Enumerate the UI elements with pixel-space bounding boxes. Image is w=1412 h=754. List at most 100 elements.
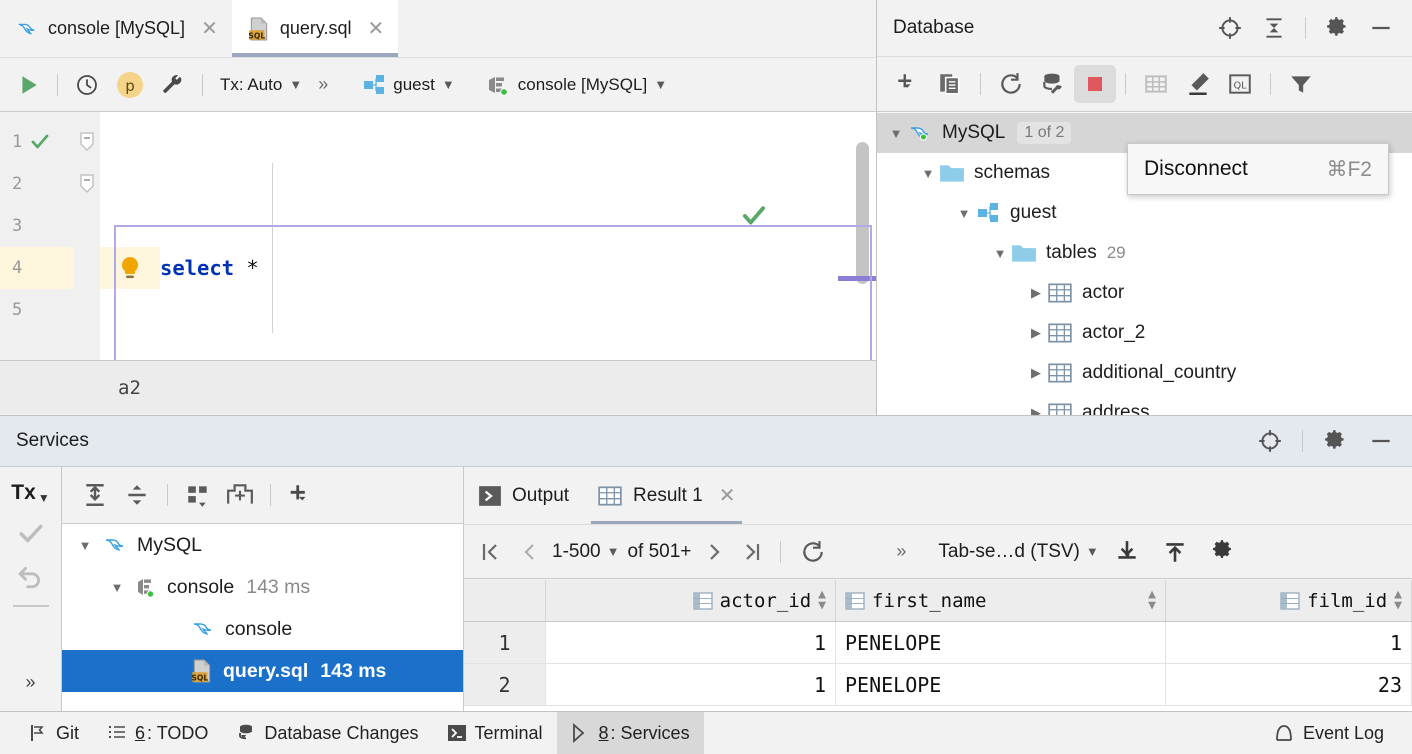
- locate-icon[interactable]: [1217, 15, 1243, 41]
- chevron-down-icon[interactable]: ▼: [989, 246, 1011, 261]
- services-node-console[interactable]: console: [62, 608, 463, 650]
- status-item-services[interactable]: 8: Services: [557, 712, 704, 754]
- page-range-dropdown[interactable]: 1-500 ▼: [548, 541, 623, 563]
- toolbar-overflow-button[interactable]: »: [310, 66, 336, 104]
- gear-icon[interactable]: [1324, 15, 1350, 41]
- expand-sidebar-button[interactable]: »: [25, 672, 35, 693]
- import-icon[interactable]: [1151, 534, 1199, 570]
- chevron-down-icon[interactable]: ▼: [953, 206, 975, 221]
- result-toolbar-overflow[interactable]: »: [882, 534, 920, 570]
- table-editor-icon[interactable]: [1135, 65, 1177, 103]
- gear-icon[interactable]: [1322, 428, 1348, 454]
- chevron-down-icon[interactable]: ▼: [74, 538, 96, 553]
- tx-dropdown[interactable]: Tx ▼: [11, 481, 49, 505]
- db-tree-node-address[interactable]: ▶ address: [877, 393, 1412, 415]
- prev-page-icon[interactable]: [510, 534, 548, 570]
- add-icon[interactable]: [280, 476, 322, 514]
- chevron-down-icon[interactable]: ▼: [917, 166, 939, 181]
- export-format-dropdown[interactable]: Tab-se…d (TSV) ▼: [934, 541, 1102, 563]
- run-button[interactable]: [10, 66, 48, 104]
- chevron-down-icon[interactable]: ▼: [885, 126, 907, 141]
- modify-icon[interactable]: [1177, 65, 1219, 103]
- tab-console-mysql[interactable]: console [MySQL] ✕: [0, 0, 232, 57]
- tab-output[interactable]: Output: [464, 467, 583, 524]
- last-page-icon[interactable]: [733, 534, 771, 570]
- query-console-icon[interactable]: QL: [1219, 65, 1261, 103]
- code-folding-column[interactable]: [74, 112, 100, 360]
- collapse-all-icon[interactable]: [116, 476, 158, 514]
- close-icon[interactable]: ✕: [368, 19, 385, 39]
- duplicate-icon[interactable]: [929, 65, 971, 103]
- code-editor[interactable]: 1 2 3 4 5: [0, 112, 876, 360]
- status-item-database-changes[interactable]: Database Changes: [222, 712, 432, 754]
- tab-result-1[interactable]: Result 1 ✕: [583, 467, 749, 524]
- chevron-right-icon[interactable]: ▶: [1025, 365, 1047, 381]
- cell-actor-id[interactable]: 1: [546, 622, 836, 663]
- rollback-icon[interactable]: [16, 563, 46, 589]
- cell-first-name[interactable]: PENELOPE: [836, 664, 1166, 705]
- db-tree-node-actor[interactable]: ▶ actor: [877, 273, 1412, 313]
- db-tree-node-tables[interactable]: ▼ tables 29: [877, 233, 1412, 273]
- group-by-icon[interactable]: [177, 476, 219, 514]
- commit-icon[interactable]: [16, 521, 46, 547]
- minimize-icon[interactable]: [1368, 15, 1394, 41]
- minimize-icon[interactable]: [1368, 428, 1394, 454]
- sort-arrows-icon[interactable]: ▲▼: [1394, 590, 1402, 611]
- filter-icon[interactable]: [1280, 65, 1322, 103]
- new-tab-icon[interactable]: [219, 476, 261, 514]
- cell-film-id[interactable]: 1: [1166, 622, 1412, 663]
- fold-marker[interactable]: [74, 163, 100, 205]
- result-grid[interactable]: actor_id ▲▼ first_name ▲▼: [464, 580, 1412, 711]
- gear-icon[interactable]: [1199, 534, 1247, 570]
- session-selector[interactable]: console [MySQL] ▼: [477, 66, 675, 104]
- status-item-git[interactable]: Git: [14, 712, 93, 754]
- cell-first-name[interactable]: PENELOPE: [836, 622, 1166, 663]
- locate-icon[interactable]: [1257, 428, 1283, 454]
- wrench-icon[interactable]: [153, 66, 193, 104]
- data-source-properties-icon[interactable]: [1032, 65, 1074, 103]
- grid-column-header-film-id[interactable]: film_id ▲▼: [1166, 580, 1412, 621]
- refresh-icon[interactable]: [990, 65, 1032, 103]
- sort-arrows-icon[interactable]: ▲▼: [1148, 590, 1156, 611]
- close-icon[interactable]: ✕: [719, 483, 736, 508]
- services-node-console-session[interactable]: ▼ console 143 ms: [62, 566, 463, 608]
- collapse-all-icon[interactable]: [1261, 15, 1287, 41]
- chevron-right-icon[interactable]: ▶: [1025, 405, 1047, 415]
- services-node-query-sql[interactable]: SQL query.sql 143 ms: [62, 650, 463, 692]
- reload-icon[interactable]: [790, 534, 836, 570]
- db-tree-node-additional-country[interactable]: ▶ additional_country: [877, 353, 1412, 393]
- grid-column-header-first-name[interactable]: first_name ▲▼: [836, 580, 1166, 621]
- stop-icon[interactable]: [1074, 65, 1116, 103]
- db-tree-node-actor-2[interactable]: ▶ actor_2: [877, 313, 1412, 353]
- fold-marker[interactable]: [74, 121, 100, 163]
- db-tree-node-guest[interactable]: ▼ guest: [877, 193, 1412, 233]
- chevron-right-icon[interactable]: ▶: [1025, 285, 1047, 301]
- editor-scrollbar[interactable]: [856, 142, 869, 284]
- tab-query-sql[interactable]: SQL query.sql ✕: [232, 0, 398, 57]
- status-item-event-log[interactable]: Event Log: [1259, 712, 1398, 754]
- cell-film-id[interactable]: 23: [1166, 664, 1412, 705]
- status-item-todo[interactable]: 6: TODO: [93, 712, 222, 754]
- sort-arrows-icon[interactable]: ▲▼: [818, 590, 826, 611]
- services-node-mysql[interactable]: ▼ MySQL: [62, 524, 463, 566]
- chevron-right-icon[interactable]: ▶: [1025, 325, 1047, 341]
- cell-actor-id[interactable]: 1: [546, 664, 836, 705]
- expand-all-icon[interactable]: [74, 476, 116, 514]
- intention-bulb[interactable]: [100, 247, 160, 289]
- tx-mode-dropdown[interactable]: Tx: Auto ▼: [212, 66, 310, 104]
- status-item-terminal[interactable]: Terminal: [433, 712, 557, 754]
- close-icon[interactable]: ✕: [201, 19, 218, 39]
- table-row[interactable]: 2 1 PENELOPE 23: [464, 664, 1412, 706]
- add-icon[interactable]: [887, 65, 929, 103]
- export-icon[interactable]: [1103, 534, 1151, 570]
- grid-column-header-actor-id[interactable]: actor_id ▲▼: [546, 580, 836, 621]
- services-tree[interactable]: ▼ MySQL ▼ console 143 ms: [62, 524, 463, 711]
- code-text[interactable]: select * from (select actor.actor_id, ac…: [160, 112, 876, 360]
- chevron-down-icon[interactable]: ▼: [106, 580, 128, 595]
- schema-selector[interactable]: guest ▼: [354, 66, 462, 104]
- history-icon[interactable]: [67, 66, 107, 104]
- parameters-icon[interactable]: p: [107, 66, 153, 104]
- first-page-icon[interactable]: [472, 534, 510, 570]
- table-row[interactable]: 1 1 PENELOPE 1: [464, 622, 1412, 664]
- next-page-icon[interactable]: [695, 534, 733, 570]
